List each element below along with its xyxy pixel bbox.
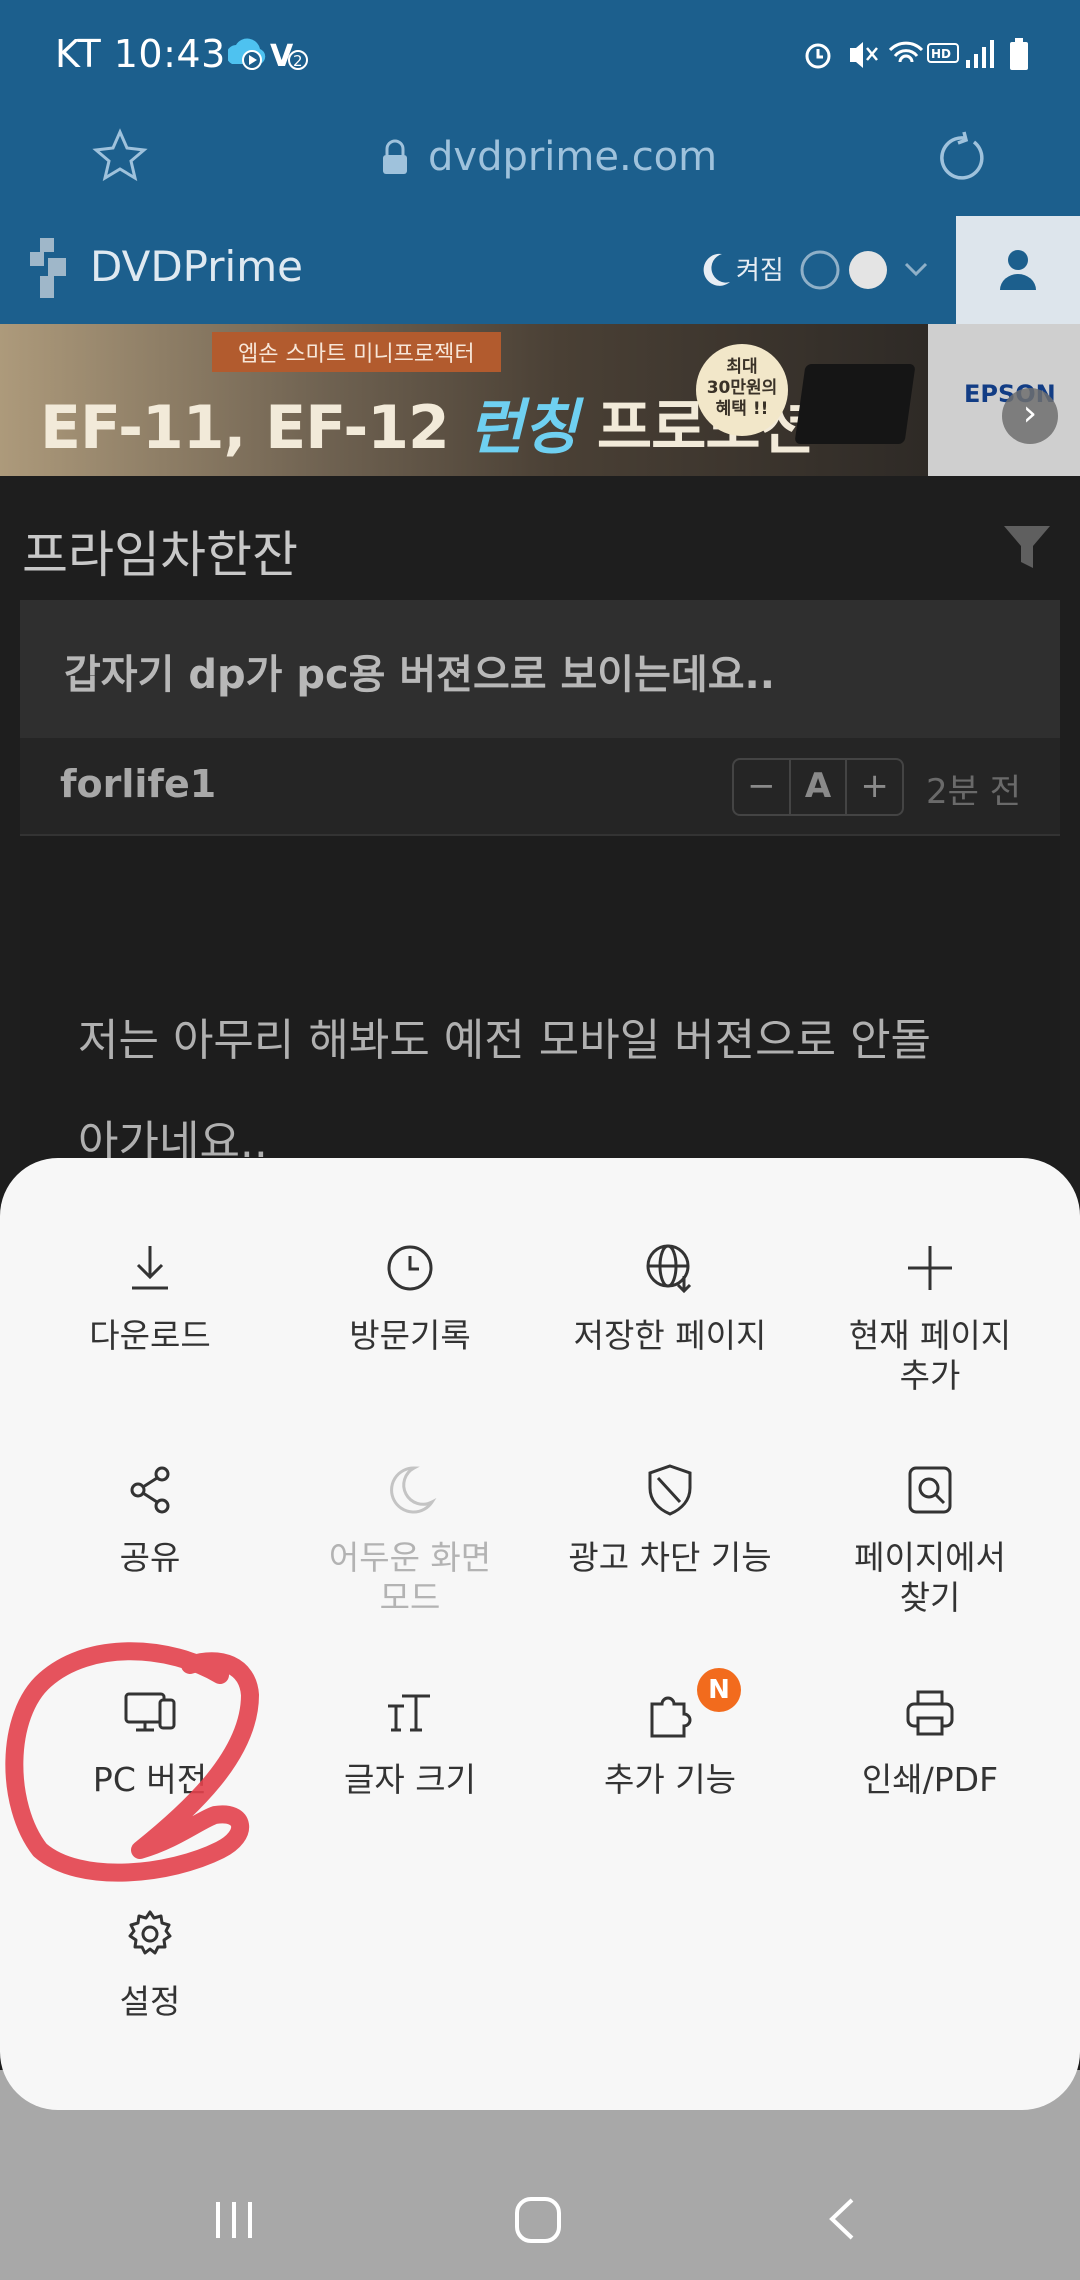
status-carrier-time: KT 10:43 bbox=[55, 32, 226, 76]
lock-icon bbox=[380, 138, 410, 182]
menu-settings[interactable]: 설정 bbox=[15, 1904, 285, 2022]
notification-icons: V 2 bbox=[226, 34, 318, 78]
night-mode-label: 켜짐 bbox=[736, 256, 784, 286]
menu-share[interactable]: 공유 bbox=[15, 1460, 285, 1578]
svg-text:HD: HD bbox=[931, 47, 951, 61]
moon-icon bbox=[700, 250, 734, 294]
site-header: DVDPrime 켜짐 bbox=[0, 216, 1080, 324]
menu-saved-pages[interactable]: 저장한 페이지 bbox=[535, 1238, 805, 1356]
share-icon bbox=[130, 1466, 170, 1514]
status-bar: KT 10:43 V 2 HD bbox=[0, 0, 1080, 108]
user-icon bbox=[992, 244, 1044, 300]
post-author[interactable]: forlife1 bbox=[60, 762, 216, 806]
saved-pages-globe-icon bbox=[646, 1244, 692, 1294]
font-size-control: − A + bbox=[732, 758, 904, 816]
browser-menu-sheet: 다운로드 방문기록 저장한 페이지 현재 페이지 추가 공유 어두운 화면 모드 광… bbox=[0, 1158, 1080, 2110]
banner-next-arrow-icon[interactable]: › bbox=[1002, 388, 1058, 444]
browser-url-bar: dvdprime.com bbox=[0, 108, 1080, 216]
back-icon[interactable] bbox=[818, 2194, 868, 2248]
reload-icon[interactable] bbox=[930, 128, 990, 192]
puzzle-icon bbox=[650, 1696, 692, 1738]
post-title-bar: 갑자기 dp가 pc용 버젼으로 보이는데요.. bbox=[20, 600, 1060, 738]
menu-ad-block[interactable]: 광고 차단 기능 bbox=[535, 1460, 805, 1578]
moon-icon bbox=[390, 1466, 437, 1514]
url-text[interactable]: dvdprime.com bbox=[428, 134, 717, 180]
recent-apps-icon[interactable] bbox=[210, 2194, 260, 2248]
profile-button[interactable] bbox=[956, 216, 1080, 324]
menu-pc-version[interactable]: PC 버전 bbox=[15, 1682, 285, 1800]
download-icon bbox=[132, 1246, 168, 1290]
system-navigation-bar bbox=[0, 2110, 1080, 2280]
epson-banner-ad[interactable]: 엡손 스마트 미니프로젝터 EF-11, EF-12 런칭 프로모션 최대 30만… bbox=[0, 324, 1080, 476]
post-title: 갑자기 dp가 pc용 버젼으로 보이는데요.. bbox=[64, 652, 775, 698]
svg-text:2: 2 bbox=[293, 52, 303, 70]
post-time: 2분 전 bbox=[926, 772, 1021, 812]
menu-addons[interactable]: N 추가 기능 bbox=[535, 1668, 805, 1800]
filter-icon[interactable] bbox=[1000, 520, 1054, 578]
font-reset-button[interactable]: A bbox=[791, 760, 848, 814]
font-increase-button[interactable]: + bbox=[847, 760, 902, 814]
new-badge: N bbox=[697, 1668, 741, 1712]
menu-find-in-page[interactable]: 페이지에서 찾기 bbox=[795, 1460, 1065, 1618]
menu-dark-mode[interactable]: 어두운 화면 모드 bbox=[275, 1460, 545, 1618]
menu-print-pdf[interactable]: 인쇄/PDF bbox=[795, 1682, 1065, 1800]
night-mode-toggle[interactable] bbox=[800, 248, 940, 296]
post-meta-bar: forlife1 − A + 2분 전 bbox=[20, 738, 1060, 836]
menu-font-size[interactable]: 글자 크기 bbox=[275, 1682, 545, 1800]
bookmark-star-icon[interactable] bbox=[88, 124, 152, 192]
banner-benefit-badge: 최대 30만원의 혜택 !! bbox=[696, 344, 788, 436]
board-title: 프라임차한잔 bbox=[22, 526, 298, 584]
plus-icon bbox=[908, 1246, 952, 1290]
banner-subtitle: 엡손 스마트 미니프로젝터 bbox=[212, 332, 501, 372]
printer-icon bbox=[906, 1690, 954, 1736]
clock-icon bbox=[387, 1245, 433, 1291]
system-status-icons: HD bbox=[800, 34, 1040, 78]
font-decrease-button[interactable]: − bbox=[734, 760, 791, 814]
shield-icon bbox=[648, 1464, 692, 1516]
menu-download[interactable]: 다운로드 bbox=[15, 1238, 285, 1356]
menu-history[interactable]: 방문기록 bbox=[275, 1238, 545, 1356]
projector-image bbox=[794, 364, 916, 444]
post-body-line: 저는 아무리 해봐도 예전 모바일 버젼으로 안돌 bbox=[78, 1015, 932, 1066]
text-size-icon bbox=[388, 1694, 430, 1732]
site-brand[interactable]: DVDPrime bbox=[90, 242, 303, 291]
menu-add-current-page[interactable]: 현재 페이지 추가 bbox=[795, 1238, 1065, 1396]
home-icon[interactable] bbox=[512, 2194, 564, 2250]
find-in-page-icon bbox=[908, 1466, 952, 1514]
desktop-monitor-icon bbox=[124, 1692, 176, 1732]
gear-icon bbox=[128, 1910, 172, 1955]
dvdprime-logo-icon[interactable] bbox=[28, 234, 76, 308]
